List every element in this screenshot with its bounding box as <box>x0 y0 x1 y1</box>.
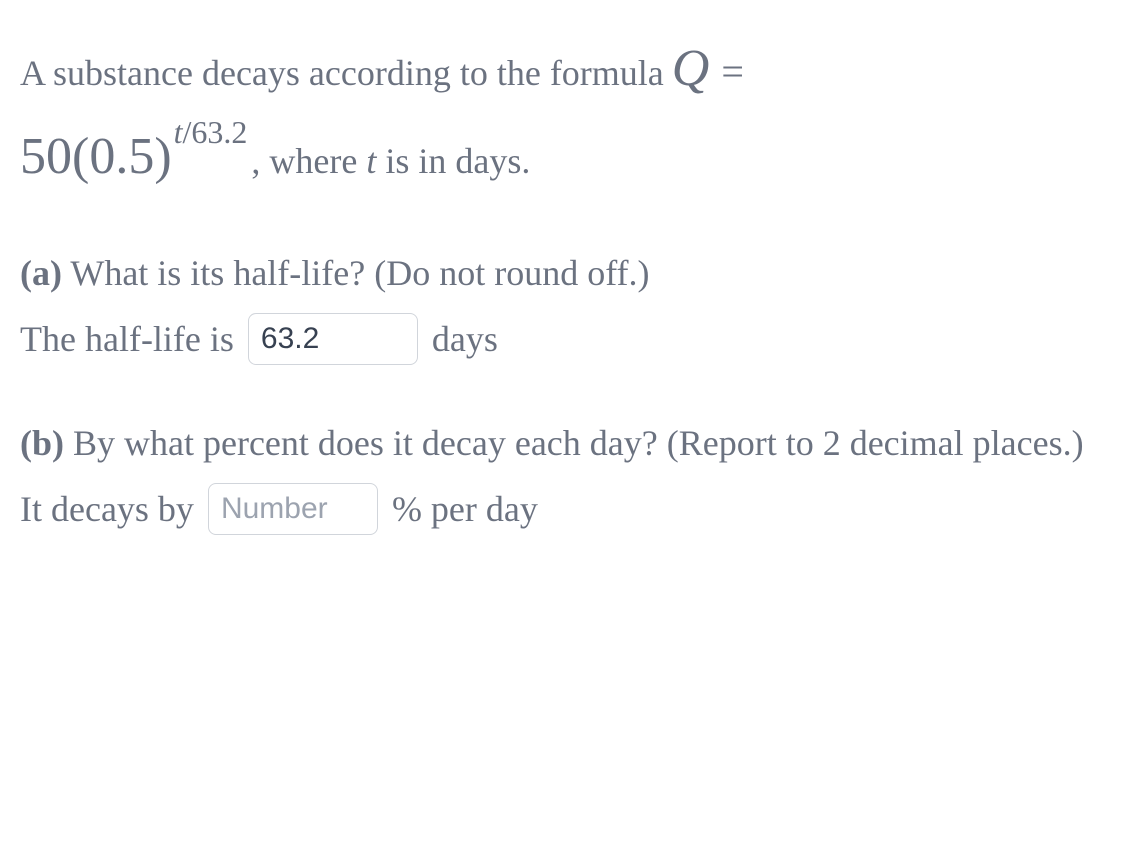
after-formula-1: , where <box>251 141 366 181</box>
formula-base: 50(0.5) <box>20 118 172 196</box>
after-formula-2: is in days. <box>376 141 530 181</box>
part-b: (b) By what percent does it decay each d… <box>20 416 1104 536</box>
part-a-label: (a) <box>20 253 62 293</box>
after-formula-text: , where t is in days. <box>251 134 530 188</box>
variable-t: t <box>366 141 376 181</box>
part-a-answer-suffix: days <box>432 312 498 366</box>
part-a-answer-prefix: The half-life is <box>20 312 234 366</box>
part-a-question-text: What is its half-life? (Do not round off… <box>62 253 650 293</box>
part-b-answer-line: It decays by % per day <box>20 482 1104 536</box>
part-b-label: (b) <box>20 423 64 463</box>
formula-line-1: A substance decays according to the form… <box>20 30 1104 108</box>
formula-line-2: 50(0.5)t/63.2 , where t is in days. <box>20 118 1104 196</box>
part-a-question: (a) What is its half-life? (Do not round… <box>20 246 1104 300</box>
problem-statement: A substance decays according to the form… <box>20 30 1104 196</box>
formula-exponent-t: t <box>174 114 183 150</box>
formula-variable-q: Q <box>672 30 710 108</box>
intro-text: A substance decays according to the form… <box>20 46 664 100</box>
part-a-answer-line: The half-life is days <box>20 312 1104 366</box>
formula-equals: = <box>721 42 744 102</box>
part-a: (a) What is its half-life? (Do not round… <box>20 246 1104 366</box>
part-b-answer-prefix: It decays by <box>20 482 194 536</box>
formula-exponent-divisor: /63.2 <box>183 114 248 150</box>
formula-exponent: t/63.2 <box>174 108 248 156</box>
part-b-question: (b) By what percent does it decay each d… <box>20 416 1104 470</box>
half-life-input[interactable] <box>248 313 418 365</box>
part-b-answer-suffix: % per day <box>392 482 538 536</box>
part-b-question-text: By what percent does it decay each day? … <box>64 423 1084 463</box>
decay-percent-input[interactable] <box>208 483 378 535</box>
